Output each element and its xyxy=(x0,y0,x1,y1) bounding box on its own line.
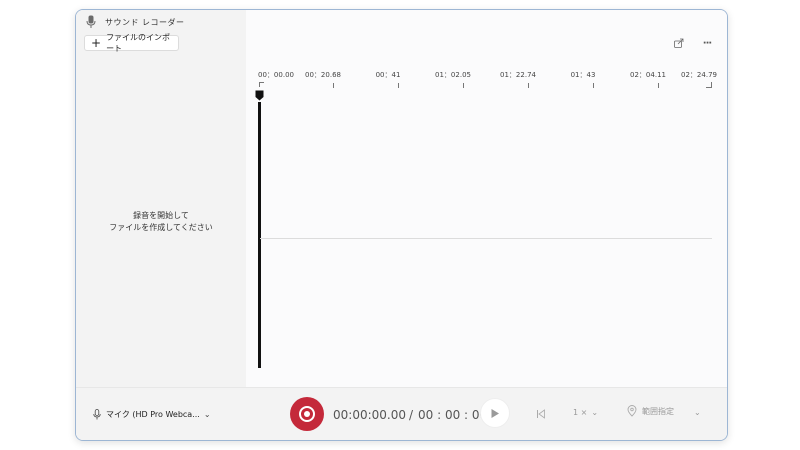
time-separator: / xyxy=(409,408,414,422)
tick-mark xyxy=(528,83,529,88)
empty-state-line-1: 録音を開始して xyxy=(133,211,189,220)
microphone-selector[interactable]: マイク (HD Pro Webca... ⌄ xyxy=(93,409,211,420)
range-dropdown-chevron-icon[interactable]: ⌄ xyxy=(694,408,701,417)
skip-to-start-button[interactable] xyxy=(534,407,548,421)
record-button[interactable] xyxy=(290,397,324,431)
empty-state-message: 録音を開始して ファイルを作成してください xyxy=(76,210,246,234)
tick-mark xyxy=(333,83,334,88)
playhead-line[interactable] xyxy=(258,102,261,368)
current-time: 00:00:00.00 xyxy=(333,408,406,422)
tick-mark xyxy=(463,83,464,88)
timeline-ruler[interactable]: 00：00.00 00：20.68 00：41 01：02.05 01：22.7… xyxy=(246,70,727,95)
range-select-label: 範囲指定 xyxy=(642,406,674,416)
empty-state-line-2: ファイルを作成してください xyxy=(109,223,213,232)
top-toolbar: ··· xyxy=(673,37,713,49)
app-window: サウンド レコーダー + ファイルのインポート 録音を開始して ファイルを作成し… xyxy=(75,9,728,441)
playback-speed-label: 1 × xyxy=(573,408,588,417)
tick-label: 01：22.74 xyxy=(500,71,536,79)
range-end-bracket xyxy=(706,82,712,88)
app-title: サウンド レコーダー xyxy=(105,17,185,27)
tick-label: 02：04.11 xyxy=(630,71,666,79)
tick-label: 00：41 xyxy=(375,71,401,79)
import-file-button[interactable]: + ファイルのインポート xyxy=(84,33,179,53)
more-options-label: ··· xyxy=(702,37,712,49)
tick-label: 00：00.00 xyxy=(258,71,294,79)
playback-speed-button[interactable]: 1 × ⌄ xyxy=(573,408,598,417)
title-bar: サウンド レコーダー xyxy=(86,13,185,31)
chevron-down-icon: ⌄ xyxy=(203,410,211,419)
playhead-handle[interactable] xyxy=(255,90,264,101)
range-start-bracket xyxy=(259,82,264,87)
tick-label: 01：43 xyxy=(570,71,596,79)
sidebar: サウンド レコーダー + ファイルのインポート 録音を開始して ファイルを作成し… xyxy=(76,10,246,387)
microphone-app-icon xyxy=(86,15,96,28)
location-pin-icon xyxy=(627,405,637,417)
transport-bar: マイク (HD Pro Webca... ⌄ 00:00:00.00 / 00 … xyxy=(76,387,727,440)
play-icon xyxy=(491,408,499,418)
import-file-label: ファイルのインポート xyxy=(106,33,171,53)
tick-label: 01：02.05 xyxy=(435,71,471,79)
total-time: 00 : 00 : 00 xyxy=(418,408,488,422)
microphone-label: マイク (HD Pro Webca... xyxy=(106,410,200,419)
play-button[interactable] xyxy=(480,398,510,428)
tick-mark xyxy=(398,83,399,88)
waveform-baseline xyxy=(260,238,712,239)
more-options-icon[interactable]: ··· xyxy=(701,37,713,49)
tick-mark xyxy=(658,83,659,88)
plus-icon: + xyxy=(91,36,102,50)
range-select-button[interactable]: 範囲指定 xyxy=(627,405,674,417)
tick-label: 02：24.79 xyxy=(681,71,717,79)
waveform-area: ··· 00：00.00 00：20.68 00：41 01：02.05 01：… xyxy=(246,10,727,387)
record-icon xyxy=(299,406,315,422)
share-icon[interactable] xyxy=(673,37,685,49)
chevron-down-icon: ⌄ xyxy=(591,408,599,417)
skip-back-icon xyxy=(537,409,545,419)
microphone-icon xyxy=(93,409,101,420)
tick-mark xyxy=(593,83,594,88)
tick-label: 00：20.68 xyxy=(305,71,341,79)
